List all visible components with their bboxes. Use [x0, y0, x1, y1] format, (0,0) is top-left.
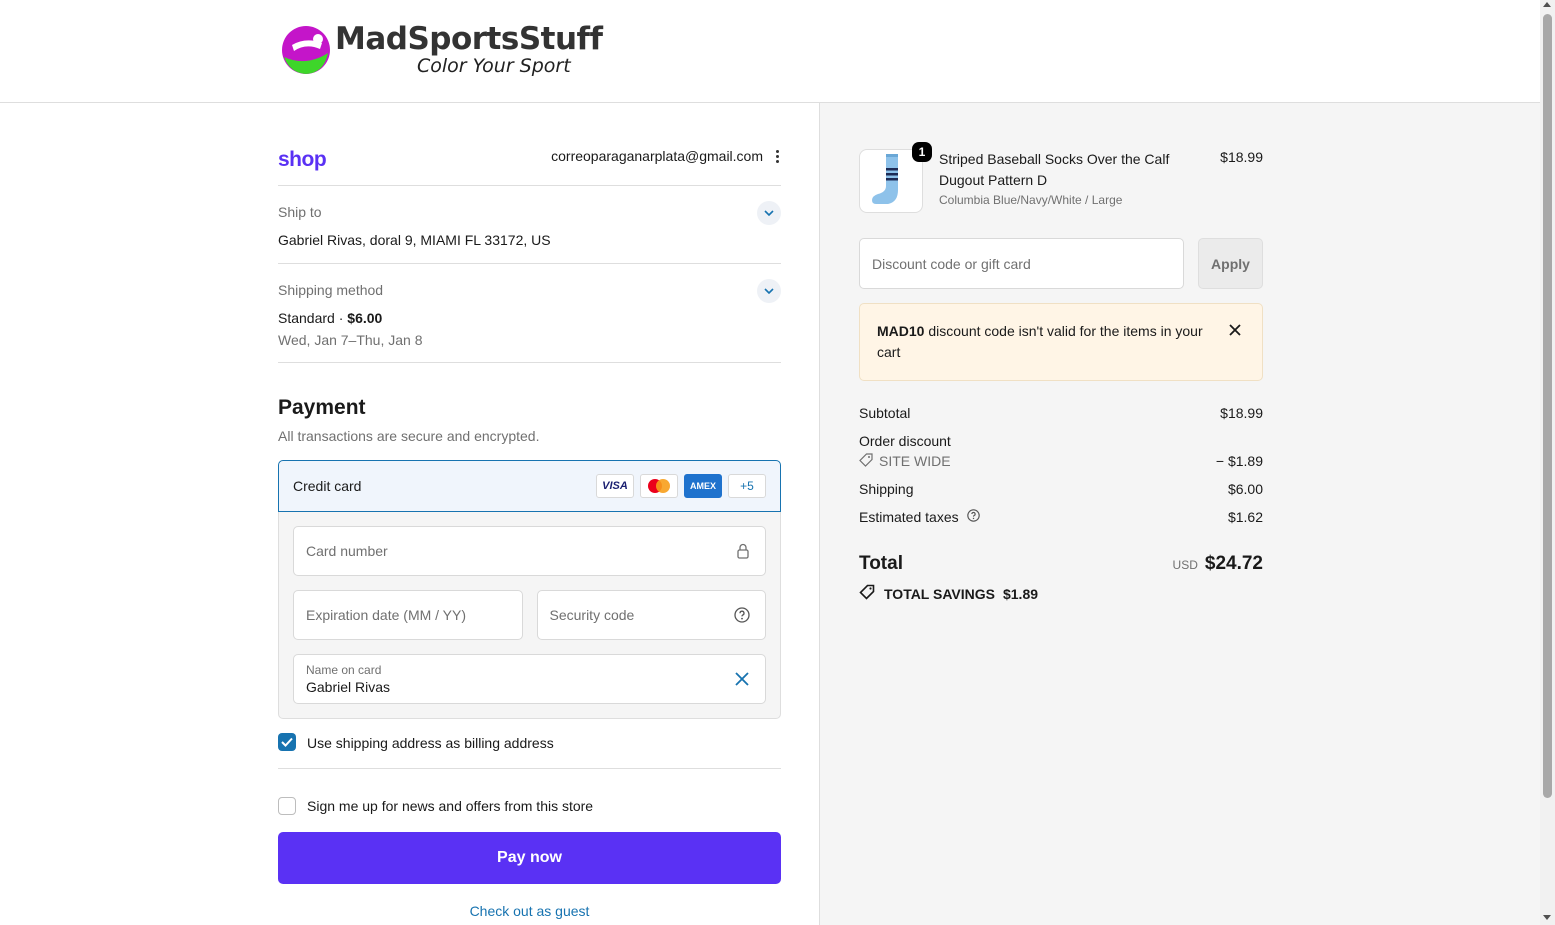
expiration-date-field[interactable]: Expiration date (MM / YY)	[293, 590, 523, 640]
name-on-card-value: Gabriel Rivas	[306, 679, 391, 695]
clear-field-icon[interactable]	[735, 672, 749, 689]
payment-card-panel: Credit card VISA AMEX +5 Card number Exp…	[278, 460, 781, 719]
ship-to-label: Ship to	[278, 204, 322, 220]
close-icon[interactable]	[1228, 322, 1242, 336]
page-scrollbar[interactable]	[1540, 0, 1555, 925]
shipping-expand-chevron-icon[interactable]	[757, 279, 781, 303]
ship-to-expand-chevron-icon[interactable]	[757, 201, 781, 225]
security-code-field[interactable]: Security code	[536, 590, 766, 640]
taxes-value: $1.62	[1227, 509, 1263, 525]
card-number-placeholder: Card number	[306, 543, 388, 559]
discount-code-input[interactable]: Discount code or gift card	[859, 238, 1184, 289]
checkout-main: shop correoparaganarplata@gmail.com Ship…	[0, 103, 819, 925]
mastercard-icon	[640, 474, 678, 498]
cost-breakdown: Subtotal $18.99 Order discount SITE WIDE…	[859, 399, 1263, 531]
shipping-eta: Wed, Jan 7–Thu, Jan 8	[278, 332, 423, 348]
subtotal-value: $18.99	[1220, 405, 1263, 421]
logo-mark-icon	[280, 23, 332, 77]
shipping-method-section: Shipping method Standard · $6.00 Wed, Ja…	[278, 279, 781, 363]
total-label: Total	[859, 553, 903, 574]
apply-discount-button[interactable]: Apply	[1198, 238, 1263, 289]
store-tagline: Color Your Sport	[417, 55, 571, 77]
shipping-method-label: Shipping method	[278, 282, 384, 298]
shop-pay-logo: shop	[278, 148, 327, 171]
ship-to-address: Gabriel Rivas, doral 9, MIAMI FL 33172, …	[278, 232, 551, 248]
total-currency: USD	[1172, 558, 1198, 572]
more-options-icon[interactable]	[773, 149, 781, 163]
taxes-help-icon[interactable]	[966, 509, 980, 525]
ship-to-section: Ship to Gabriel Rivas, doral 9, MIAMI FL…	[278, 201, 781, 264]
store-logo[interactable]: MadSportsStuff Color Your Sport	[280, 20, 603, 80]
product-price: $18.99	[1220, 149, 1263, 165]
shop-account-row: shop correoparaganarplata@gmail.com	[278, 148, 781, 186]
visa-icon: VISA	[596, 474, 634, 498]
expiration-placeholder: Expiration date (MM / YY)	[306, 607, 467, 623]
taxes-label: Estimated taxes	[859, 509, 959, 525]
payment-subtitle: All transactions are secure and encrypte…	[278, 428, 540, 444]
total-amount: $24.72	[1204, 553, 1263, 574]
name-on-card-label: Name on card	[306, 663, 382, 677]
savings-tag-icon	[859, 584, 876, 603]
credit-card-option[interactable]: Credit card VISA AMEX +5	[278, 460, 781, 512]
discount-amount: − $1.89	[1215, 453, 1263, 469]
shipping-value: $6.00	[1227, 481, 1263, 497]
billing-checkbox-row[interactable]: Use shipping address as billing address	[278, 733, 781, 769]
payment-title: Payment	[278, 396, 366, 419]
amex-icon: AMEX	[684, 474, 722, 498]
product-thumbnail: 1	[859, 142, 932, 213]
newsletter-checkbox-row[interactable]: Sign me up for news and offers from this…	[278, 797, 781, 815]
name-on-card-field[interactable]: Name on card Gabriel Rivas	[293, 654, 766, 704]
discount-tag-icon	[859, 452, 873, 470]
order-discount-label: Order discount	[859, 433, 951, 449]
scroll-down-arrow-icon[interactable]	[1543, 915, 1551, 920]
discount-error-alert: MAD10 discount code isn't valid for the …	[859, 303, 1263, 381]
shipping-method-price: $6.00	[347, 310, 383, 326]
more-cards-badge: +5	[728, 474, 766, 498]
shipping-label: Shipping	[859, 481, 914, 497]
scrollbar-thumb[interactable]	[1543, 14, 1552, 798]
shipping-method-name: Standard	[278, 310, 335, 326]
discount-code-name: SITE WIDE	[879, 453, 951, 469]
cart-line-item: 1 Striped Baseball Socks Over the Calf D…	[859, 142, 1263, 213]
savings-label: TOTAL SAVINGS	[884, 585, 995, 602]
scroll-up-arrow-icon[interactable]	[1543, 2, 1551, 7]
alert-message: discount code isn't valid for the items …	[877, 323, 1203, 360]
security-code-placeholder: Security code	[549, 607, 635, 623]
order-summary: 1 Striped Baseball Socks Over the Calf D…	[819, 103, 1540, 925]
account-email: correoparaganarplata@gmail.com	[551, 148, 763, 164]
store-header: MadSportsStuff Color Your Sport	[0, 0, 1540, 103]
payment-header: Payment All transactions are secure and …	[278, 396, 781, 444]
discount-placeholder: Discount code or gift card	[872, 255, 1031, 272]
alert-code: MAD10	[877, 323, 925, 339]
card-number-field[interactable]: Card number	[293, 526, 766, 576]
shipping-separator: ·	[334, 310, 348, 326]
lock-icon	[737, 543, 749, 562]
newsletter-checkbox-label: Sign me up for news and offers from this…	[307, 798, 594, 814]
product-variant: Columbia Blue/Navy/White / Large	[939, 193, 1123, 207]
total-row: Total USD $24.72	[859, 553, 1263, 575]
newsletter-checkbox[interactable]	[278, 797, 296, 815]
billing-checkbox-label: Use shipping address as billing address	[307, 735, 554, 751]
store-name: MadSportsStuff	[335, 21, 603, 57]
quantity-badge: 1	[912, 142, 932, 162]
billing-checkbox[interactable]	[278, 733, 296, 751]
card-fields: Card number Expiration date (MM / YY) Se…	[278, 512, 781, 719]
subtotal-label: Subtotal	[859, 405, 911, 421]
credit-card-label: Credit card	[293, 478, 362, 494]
checkout-as-guest-link[interactable]: Check out as guest	[278, 903, 781, 919]
help-circle-icon[interactable]	[734, 607, 750, 626]
product-name: Striped Baseball Socks Over the Calf Dug…	[939, 151, 1170, 188]
total-savings: TOTAL SAVINGS $1.89	[859, 584, 1263, 603]
pay-now-button[interactable]: Pay now	[278, 832, 781, 884]
discount-row: Discount code or gift card Apply	[859, 238, 1263, 289]
savings-value: $1.89	[1002, 585, 1039, 602]
